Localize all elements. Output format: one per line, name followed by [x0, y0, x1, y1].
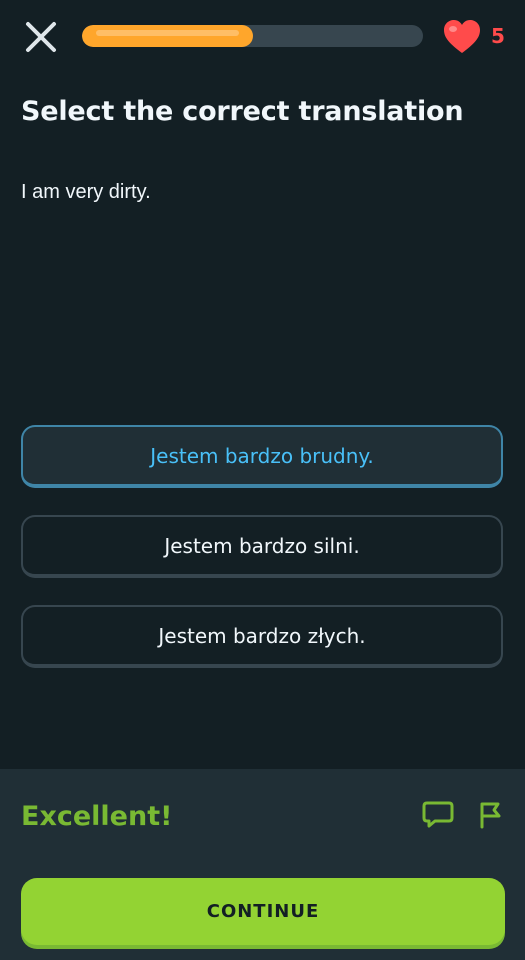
feedback-panel: Excellent! CONTINUE	[0, 769, 525, 960]
close-button[interactable]	[22, 18, 60, 56]
comment-icon	[422, 801, 454, 828]
report-button[interactable]	[474, 799, 504, 831]
flag-icon	[480, 802, 501, 829]
choice-option-2[interactable]: Jestem bardzo silni.	[21, 515, 503, 578]
progress-fill	[82, 25, 253, 47]
top-bar: 5	[0, 0, 525, 72]
exercise-title: Select the correct translation	[21, 96, 464, 127]
continue-button[interactable]: CONTINUE	[21, 878, 505, 945]
discuss-button[interactable]	[421, 799, 455, 831]
lesson-progress-bar	[82, 25, 423, 47]
hearts-count: 5	[491, 24, 505, 48]
progress-shine	[96, 30, 239, 36]
heart-icon	[444, 20, 480, 53]
feedback-message: Excellent!	[21, 801, 173, 832]
exercise-prompt: I am very dirty.	[21, 181, 151, 203]
choice-option-1[interactable]: Jestem bardzo brudny.	[21, 425, 503, 488]
close-icon	[26, 22, 56, 52]
choice-option-3[interactable]: Jestem bardzo złych.	[21, 605, 503, 668]
hearts-counter[interactable]: 5	[442, 19, 512, 55]
